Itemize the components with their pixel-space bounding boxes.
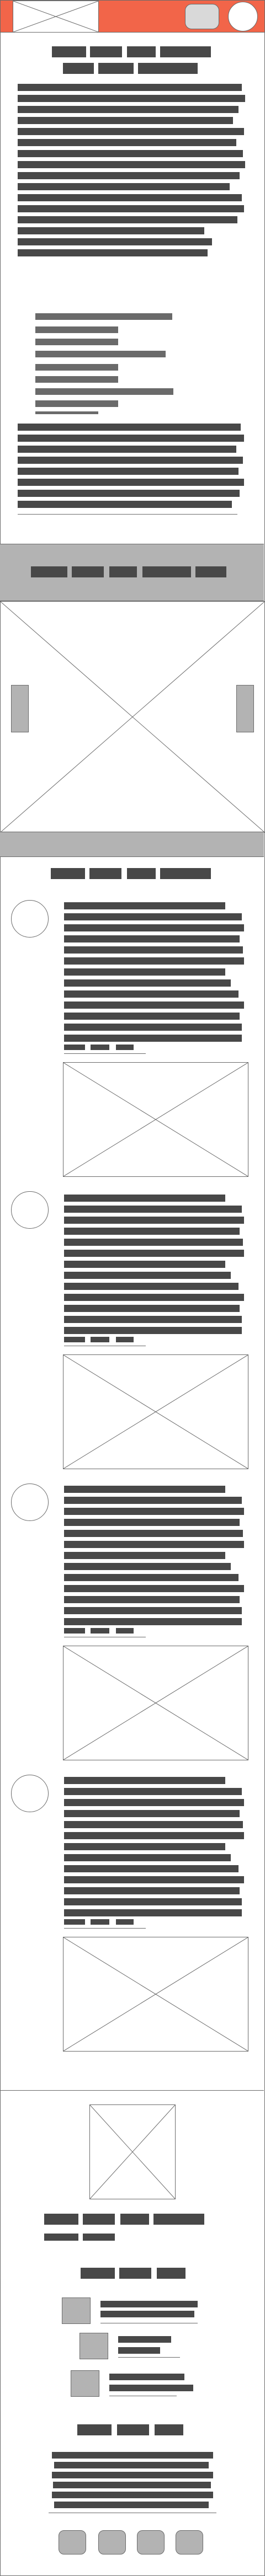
social-button-icon[interactable]	[137, 2530, 165, 2554]
social-button-icon[interactable]	[98, 2530, 126, 2554]
social-buttons	[0, 0, 265, 2570]
social-button-icon[interactable]	[59, 2530, 86, 2554]
social-button-icon[interactable]	[176, 2530, 203, 2554]
